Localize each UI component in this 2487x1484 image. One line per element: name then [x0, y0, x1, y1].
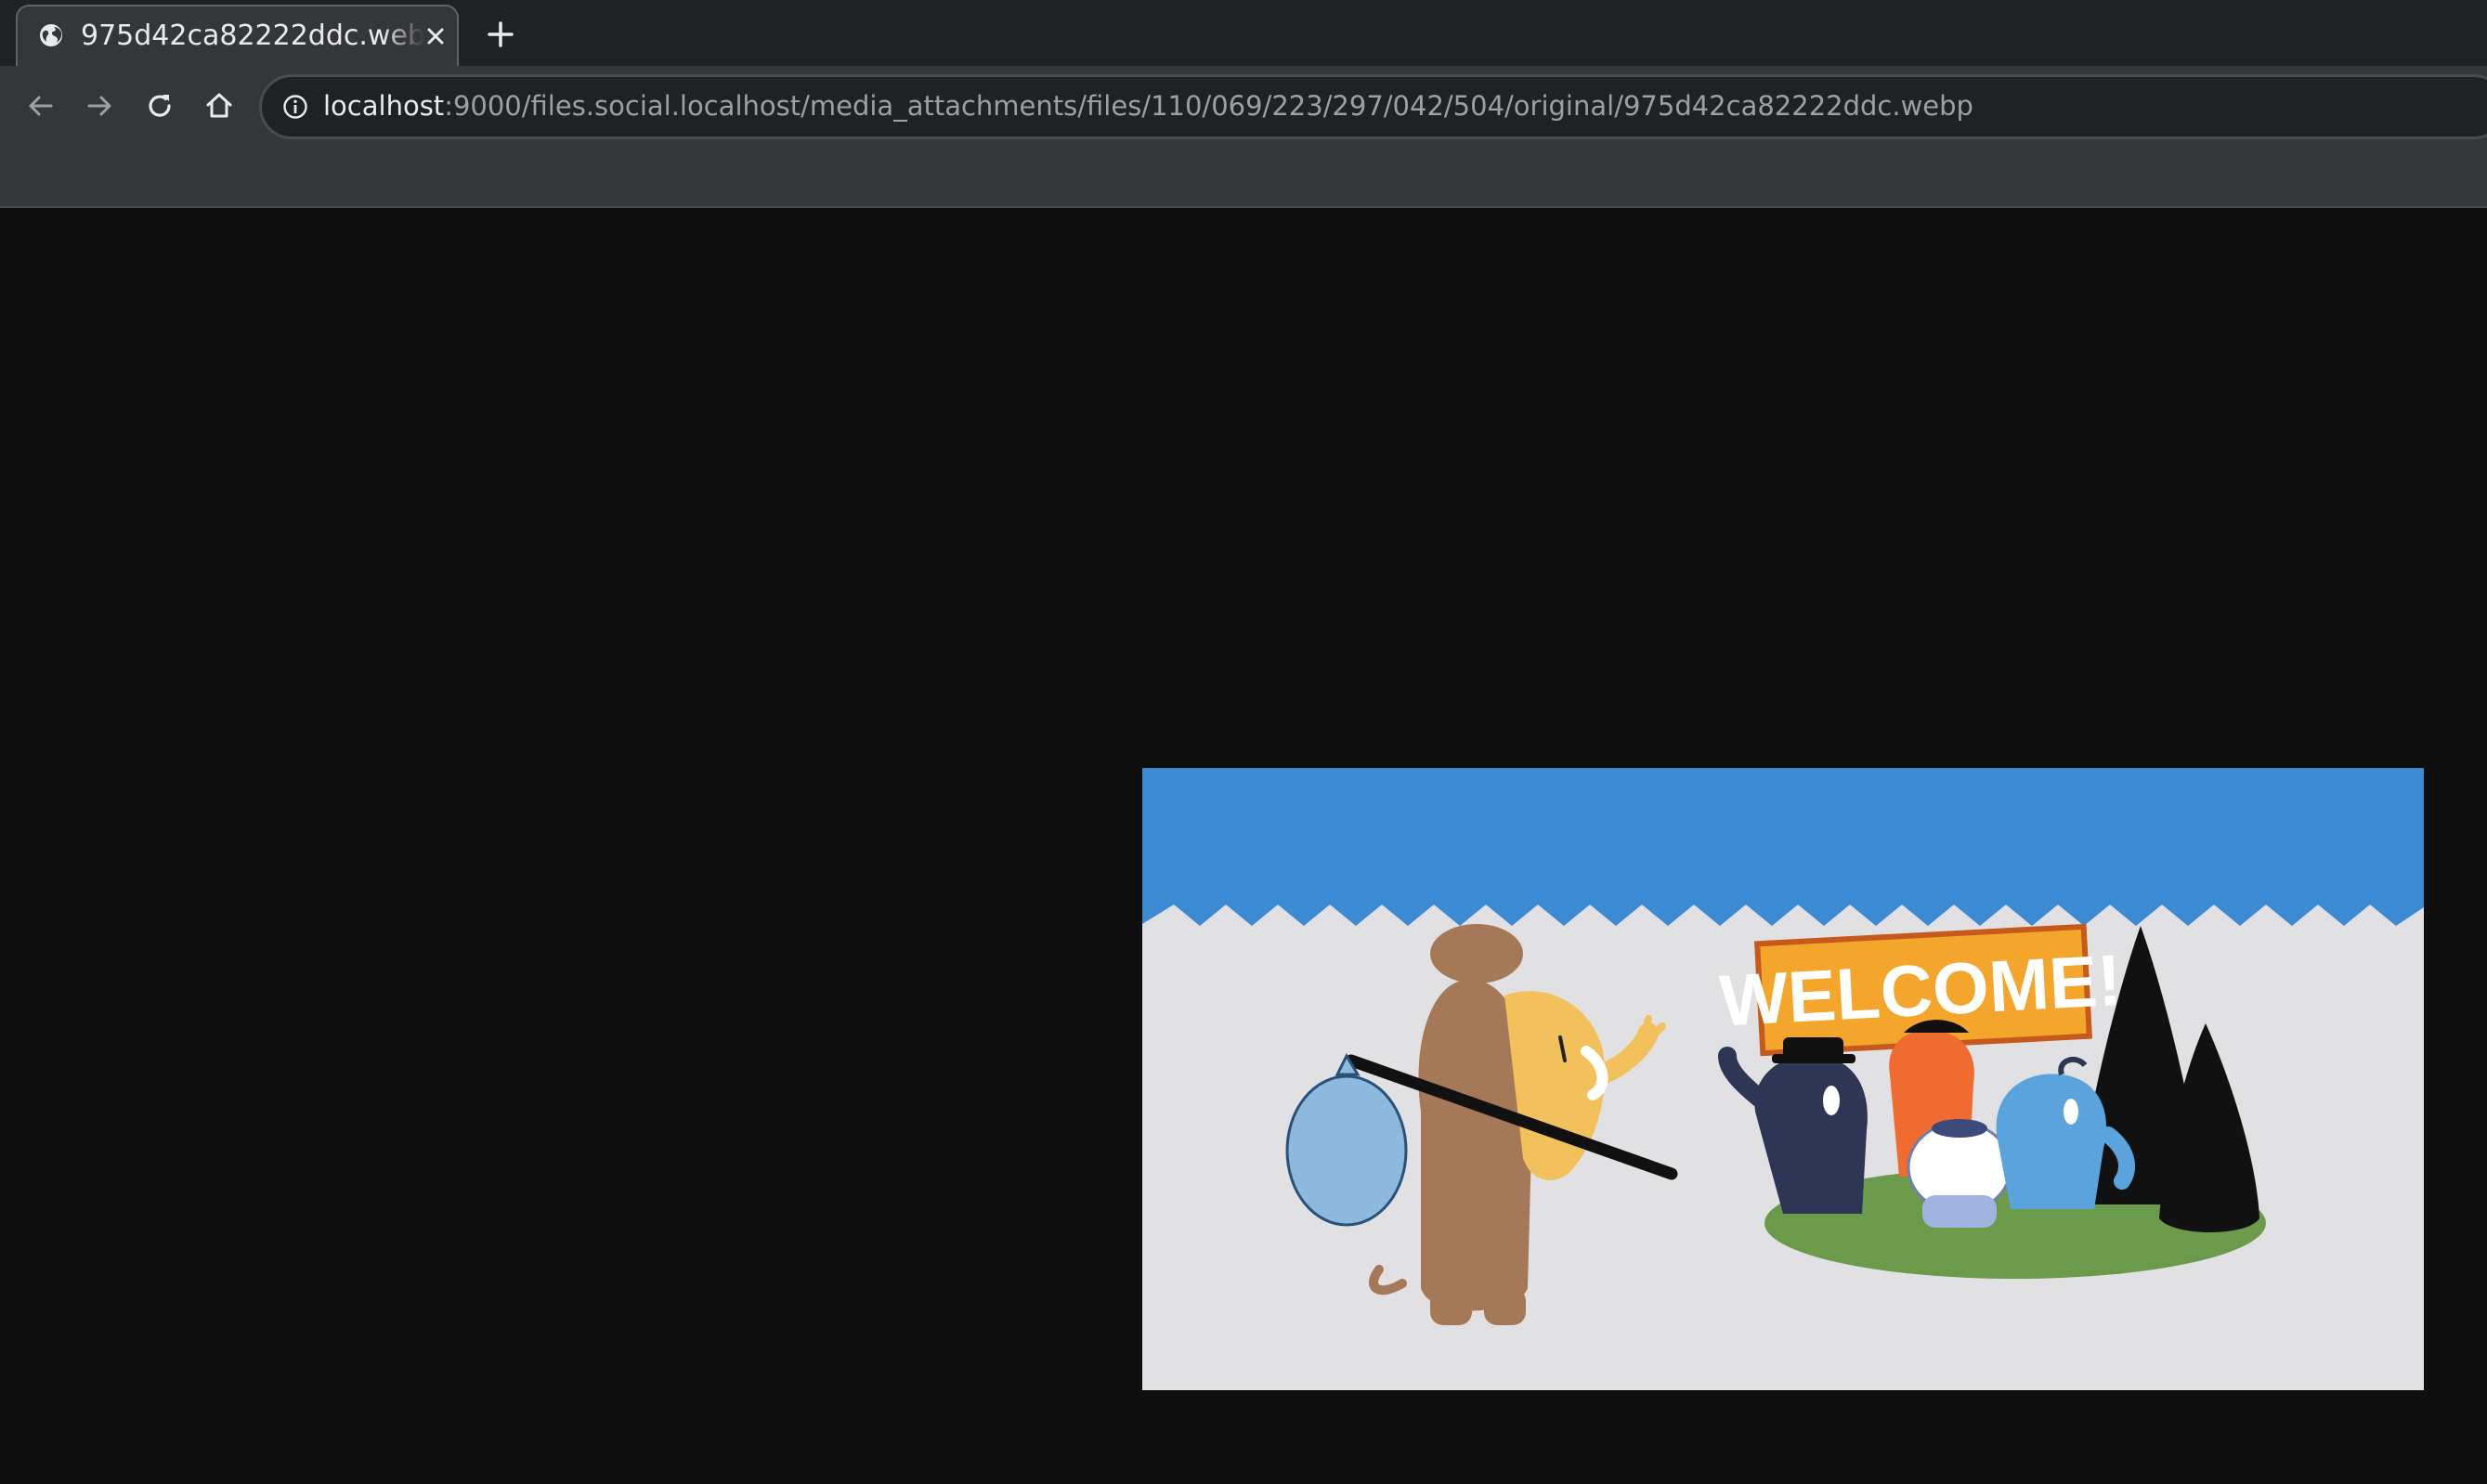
plus-icon[interactable]	[487, 20, 514, 48]
browser-toolbar: localhost:9000/files.social.localhost/me…	[0, 66, 2487, 208]
url-text[interactable]: localhost:9000/files.social.localhost/me…	[323, 90, 1973, 122]
home-icon[interactable]	[203, 90, 235, 122]
reload-icon[interactable]	[144, 90, 176, 122]
bundle	[1285, 1074, 1408, 1227]
welcome-illustration: WELCOME!	[1142, 768, 2424, 1390]
white-mammoth	[1907, 1119, 2012, 1228]
tab-title: 975d42ca82222ddc.webp	[81, 20, 424, 52]
url-host: localhost	[323, 90, 445, 122]
sky	[1142, 768, 2424, 926]
close-icon[interactable]	[424, 25, 447, 47]
url-path: :9000/files.social.localhost/media_attac…	[444, 90, 1973, 122]
page-viewport: WELCOME!	[0, 208, 2487, 1484]
globe-icon	[40, 24, 62, 46]
browser-tab[interactable]: 975d42ca82222ddc.webp	[16, 5, 459, 66]
arrow-right-icon[interactable]	[84, 90, 115, 122]
tab-strip: 975d42ca82222ddc.webp	[0, 0, 2487, 66]
address-bar[interactable]: localhost:9000/files.social.localhost/me…	[259, 74, 2487, 139]
info-icon[interactable]	[282, 94, 308, 120]
arrow-left-icon[interactable]	[25, 90, 57, 122]
